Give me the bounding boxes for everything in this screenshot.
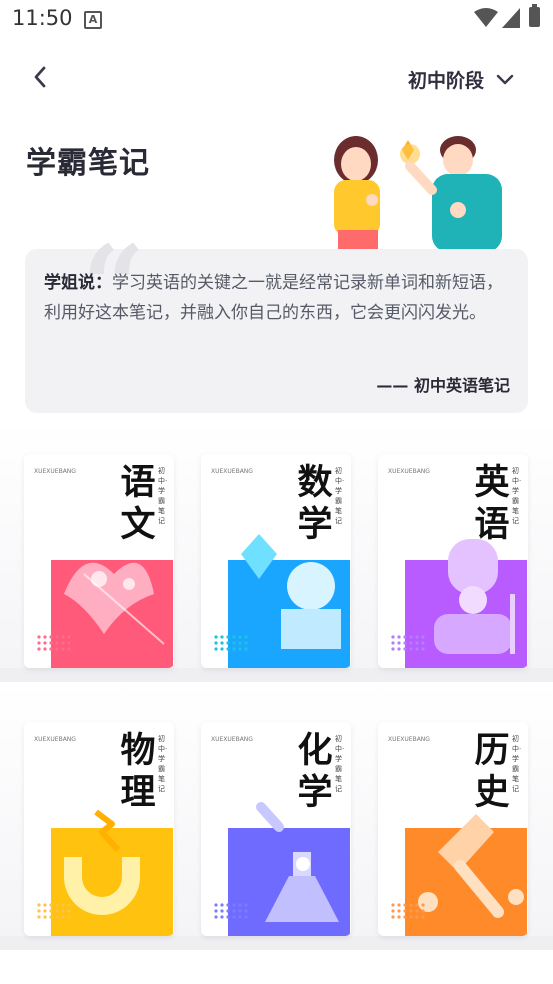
quote-signature: —— 初中英语笔记 [376, 376, 510, 395]
shelf-divider [0, 668, 553, 682]
book-vertical-pinyin: XUEXUEBANG [388, 736, 430, 743]
dots-pattern-icon [37, 903, 71, 919]
stage-selector[interactable]: 初中阶段 [408, 66, 514, 93]
quote-label: 学姐说： [44, 273, 112, 293]
book-card-1[interactable]: XUEXUEBANG 数学初中·学霸笔记 [201, 454, 351, 668]
book-card-2[interactable]: XUEXUEBANG 英语初中·学霸笔记 [378, 454, 528, 668]
book-tag: 初中·学霸笔记 [512, 467, 522, 525]
page-title: 学霸笔记 [26, 146, 150, 181]
dots-pattern-icon [391, 635, 425, 651]
dots-pattern-icon [214, 635, 248, 651]
book-card-3[interactable]: XUEXUEBANG 物理初中·学霸笔记 [24, 722, 174, 936]
book-card-5[interactable]: XUEXUEBANG 历史初中·学霸笔记 [378, 722, 528, 936]
dots-pattern-icon [391, 903, 425, 919]
students-illustration [334, 136, 502, 252]
book-vertical-pinyin: XUEXUEBANG [211, 736, 253, 743]
quote-body: 学习英语的关键之一就是经常记录新单词和新短语，利用好这本笔记，并融入你自己的东西… [44, 273, 503, 323]
book-card-4[interactable]: XUEXUEBANG 化学初中·学霸笔记 [201, 722, 351, 936]
signal-icon [502, 8, 520, 28]
shelf-divider [0, 936, 553, 950]
wifi-icon [474, 8, 498, 27]
battery-icon [529, 4, 540, 27]
book-tag: 初中·学霸笔记 [158, 735, 168, 793]
book-vertical-pinyin: XUEXUEBANG [388, 468, 430, 475]
stage-label: 初中阶段 [408, 70, 485, 92]
status-time: 11:50 [12, 6, 73, 30]
book-card-0[interactable]: XUEXUEBANG 语文初中·学霸笔记 [24, 454, 174, 668]
notification-icon: A [84, 11, 102, 29]
dots-pattern-icon [37, 635, 71, 651]
chevron-down-icon [496, 74, 514, 84]
book-vertical-pinyin: XUEXUEBANG [211, 468, 253, 475]
status-bar: 11:50 A [0, 0, 553, 40]
dots-pattern-icon [214, 903, 248, 919]
back-arrow-icon[interactable] [30, 65, 50, 89]
quote-text: 学姐说：学习英语的关键之一就是经常记录新单词和新短语，利用好这本笔记，并融入你自… [44, 268, 512, 328]
book-vertical-pinyin: XUEXUEBANG [34, 736, 76, 743]
book-tag: 初中·学霸笔记 [335, 735, 345, 793]
book-tag: 初中·学霸笔记 [335, 467, 345, 525]
book-tag: 初中·学霸笔记 [512, 735, 522, 793]
book-vertical-pinyin: XUEXUEBANG [34, 468, 76, 475]
book-tag: 初中·学霸笔记 [158, 467, 168, 525]
